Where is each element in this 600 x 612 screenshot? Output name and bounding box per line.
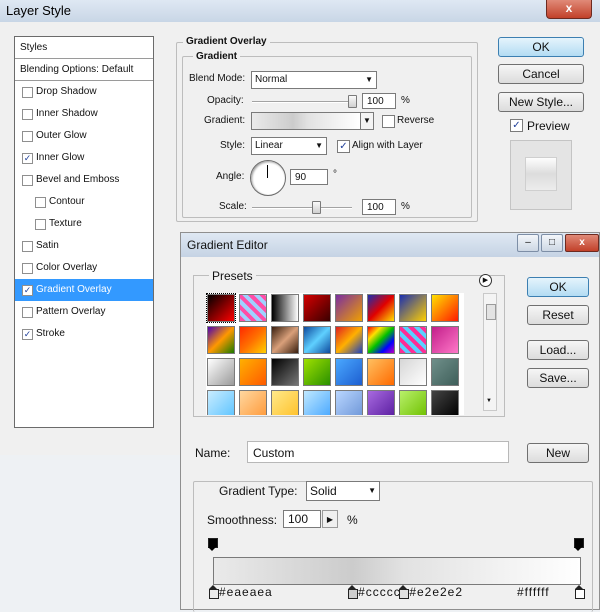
style-checkbox[interactable] bbox=[22, 87, 33, 98]
style-checkbox[interactable] bbox=[22, 241, 33, 252]
blend-mode-select[interactable]: Normal ▼ bbox=[251, 71, 377, 89]
style-item-label: Inner Shadow bbox=[36, 108, 98, 119]
preview-thumbnail bbox=[525, 157, 557, 191]
style-checkbox[interactable] bbox=[22, 131, 33, 142]
style-item-label: Bevel and Emboss bbox=[36, 174, 120, 185]
scale-slider-track[interactable] bbox=[252, 207, 352, 209]
gradient-editor-window: Gradient Editor – □ x Presets ▶ ▼ OK Res… bbox=[180, 232, 600, 612]
reverse-label: Reverse bbox=[397, 115, 435, 126]
style-checkbox[interactable] bbox=[35, 197, 46, 208]
ok-button[interactable]: OK bbox=[498, 37, 584, 57]
close-icon: x bbox=[565, 1, 573, 15]
styles-list-item[interactable]: ✓ Inner Glow bbox=[15, 147, 153, 169]
blend-mode-label: Blend Mode: bbox=[189, 73, 246, 84]
percent-sign: % bbox=[401, 95, 410, 106]
opacity-slider-track[interactable] bbox=[252, 101, 356, 103]
styles-list-item[interactable]: Contour bbox=[15, 191, 153, 213]
group-title: Gradient Overlay bbox=[183, 36, 270, 47]
styles-list-item[interactable]: ✓ Stroke bbox=[15, 323, 153, 345]
align-with-layer-checkbox[interactable]: ✓ bbox=[337, 140, 350, 153]
color-stop-label: #ffffff bbox=[517, 585, 550, 599]
style-item-label: Color Overlay bbox=[36, 262, 98, 273]
degree-sign: ° bbox=[333, 169, 337, 180]
styles-list-item[interactable]: Outer Glow bbox=[15, 125, 153, 147]
preview-label: Preview bbox=[527, 119, 570, 133]
cancel-button[interactable]: Cancel bbox=[498, 64, 584, 84]
styles-list-item[interactable]: Bevel and Emboss bbox=[15, 169, 153, 191]
chevron-down-icon: ▼ bbox=[363, 116, 371, 125]
opacity-input[interactable]: 100 bbox=[362, 93, 396, 109]
styles-list-item[interactable]: Drop Shadow bbox=[15, 81, 153, 103]
styles-list-item[interactable]: Inner Shadow bbox=[15, 103, 153, 125]
style-label: Style: bbox=[220, 140, 246, 151]
align-with-layer-label: Align with Layer bbox=[352, 140, 423, 151]
style-item-label: Outer Glow bbox=[36, 130, 87, 141]
styles-list-item[interactable]: Color Overlay bbox=[15, 257, 153, 279]
style-checkbox[interactable]: ✓ bbox=[22, 285, 33, 296]
styles-list-item[interactable]: Texture bbox=[15, 213, 153, 235]
color-stop[interactable] bbox=[209, 585, 219, 599]
style-item-label: Satin bbox=[36, 240, 59, 251]
style-value: Linear bbox=[255, 140, 283, 151]
chevron-down-icon: ▼ bbox=[365, 75, 373, 84]
new-style-button[interactable]: New Style... bbox=[498, 92, 584, 112]
percent-sign: % bbox=[401, 201, 410, 212]
preview-area bbox=[510, 140, 572, 210]
color-stop[interactable] bbox=[348, 585, 359, 599]
close-button[interactable]: x bbox=[546, 0, 592, 19]
style-checkbox[interactable] bbox=[22, 175, 33, 186]
scale-label: Scale: bbox=[219, 201, 247, 212]
style-item-label: Gradient Overlay bbox=[36, 284, 112, 295]
style-checkbox[interactable] bbox=[35, 219, 46, 230]
color-stop[interactable] bbox=[399, 585, 410, 599]
styles-list-item[interactable]: ✓ Gradient Overlay bbox=[15, 279, 153, 301]
gradient-label: Gradient: bbox=[204, 115, 246, 126]
opacity-slider-thumb[interactable] bbox=[348, 95, 357, 108]
style-item-label: Styles bbox=[20, 42, 48, 53]
color-stop-label: #eaeaea bbox=[219, 585, 273, 599]
reverse-checkbox[interactable] bbox=[382, 115, 395, 128]
scale-slider-thumb[interactable] bbox=[312, 201, 321, 214]
color-stop-label: #e2e2e2 bbox=[409, 585, 464, 599]
window-title: Layer Style bbox=[6, 3, 72, 18]
chevron-down-icon: ▼ bbox=[315, 141, 323, 150]
style-item-label: Stroke bbox=[36, 328, 65, 339]
style-checkbox[interactable]: ✓ bbox=[22, 153, 33, 164]
style-item-label: Texture bbox=[49, 218, 82, 229]
color-stops: #eaeaea #cccccc #e2e2e2 #ffffff bbox=[181, 233, 599, 609]
styles-list-item[interactable]: Styles bbox=[15, 37, 153, 59]
angle-input[interactable]: 90 bbox=[290, 169, 328, 185]
color-stop[interactable] bbox=[575, 585, 585, 599]
styles-list-item[interactable]: Pattern Overlay bbox=[15, 301, 153, 323]
styles-list: Styles Blending Options: Default Drop Shad… bbox=[14, 36, 154, 428]
opacity-label: Opacity: bbox=[207, 95, 244, 106]
subgroup-title: Gradient bbox=[193, 51, 241, 62]
title-bar[interactable]: Layer Style x bbox=[0, 0, 600, 22]
style-item-label: Drop Shadow bbox=[36, 86, 97, 97]
styles-list-item[interactable]: Satin bbox=[15, 235, 153, 257]
style-item-label: Inner Glow bbox=[36, 152, 85, 163]
scale-input[interactable]: 100 bbox=[362, 199, 396, 215]
style-select[interactable]: Linear ▼ bbox=[251, 137, 327, 155]
gradient-picker-swatch[interactable] bbox=[251, 112, 361, 130]
angle-dial[interactable] bbox=[250, 160, 286, 196]
blend-mode-value: Normal bbox=[255, 74, 288, 85]
style-item-label: Blending Options: Default bbox=[20, 64, 134, 75]
styles-list-item[interactable]: Blending Options: Default bbox=[15, 59, 153, 81]
style-checkbox[interactable] bbox=[22, 307, 33, 318]
style-item-label: Pattern Overlay bbox=[36, 306, 106, 317]
style-checkbox[interactable]: ✓ bbox=[22, 329, 33, 340]
gradient-dropdown-button[interactable]: ▼ bbox=[360, 112, 374, 130]
preview-checkbox[interactable]: ✓ bbox=[510, 119, 523, 132]
angle-dial-needle bbox=[267, 165, 268, 178]
style-checkbox[interactable] bbox=[22, 109, 33, 120]
style-item-label: Contour bbox=[49, 196, 85, 207]
style-checkbox[interactable] bbox=[22, 263, 33, 274]
angle-label: Angle: bbox=[216, 171, 245, 182]
